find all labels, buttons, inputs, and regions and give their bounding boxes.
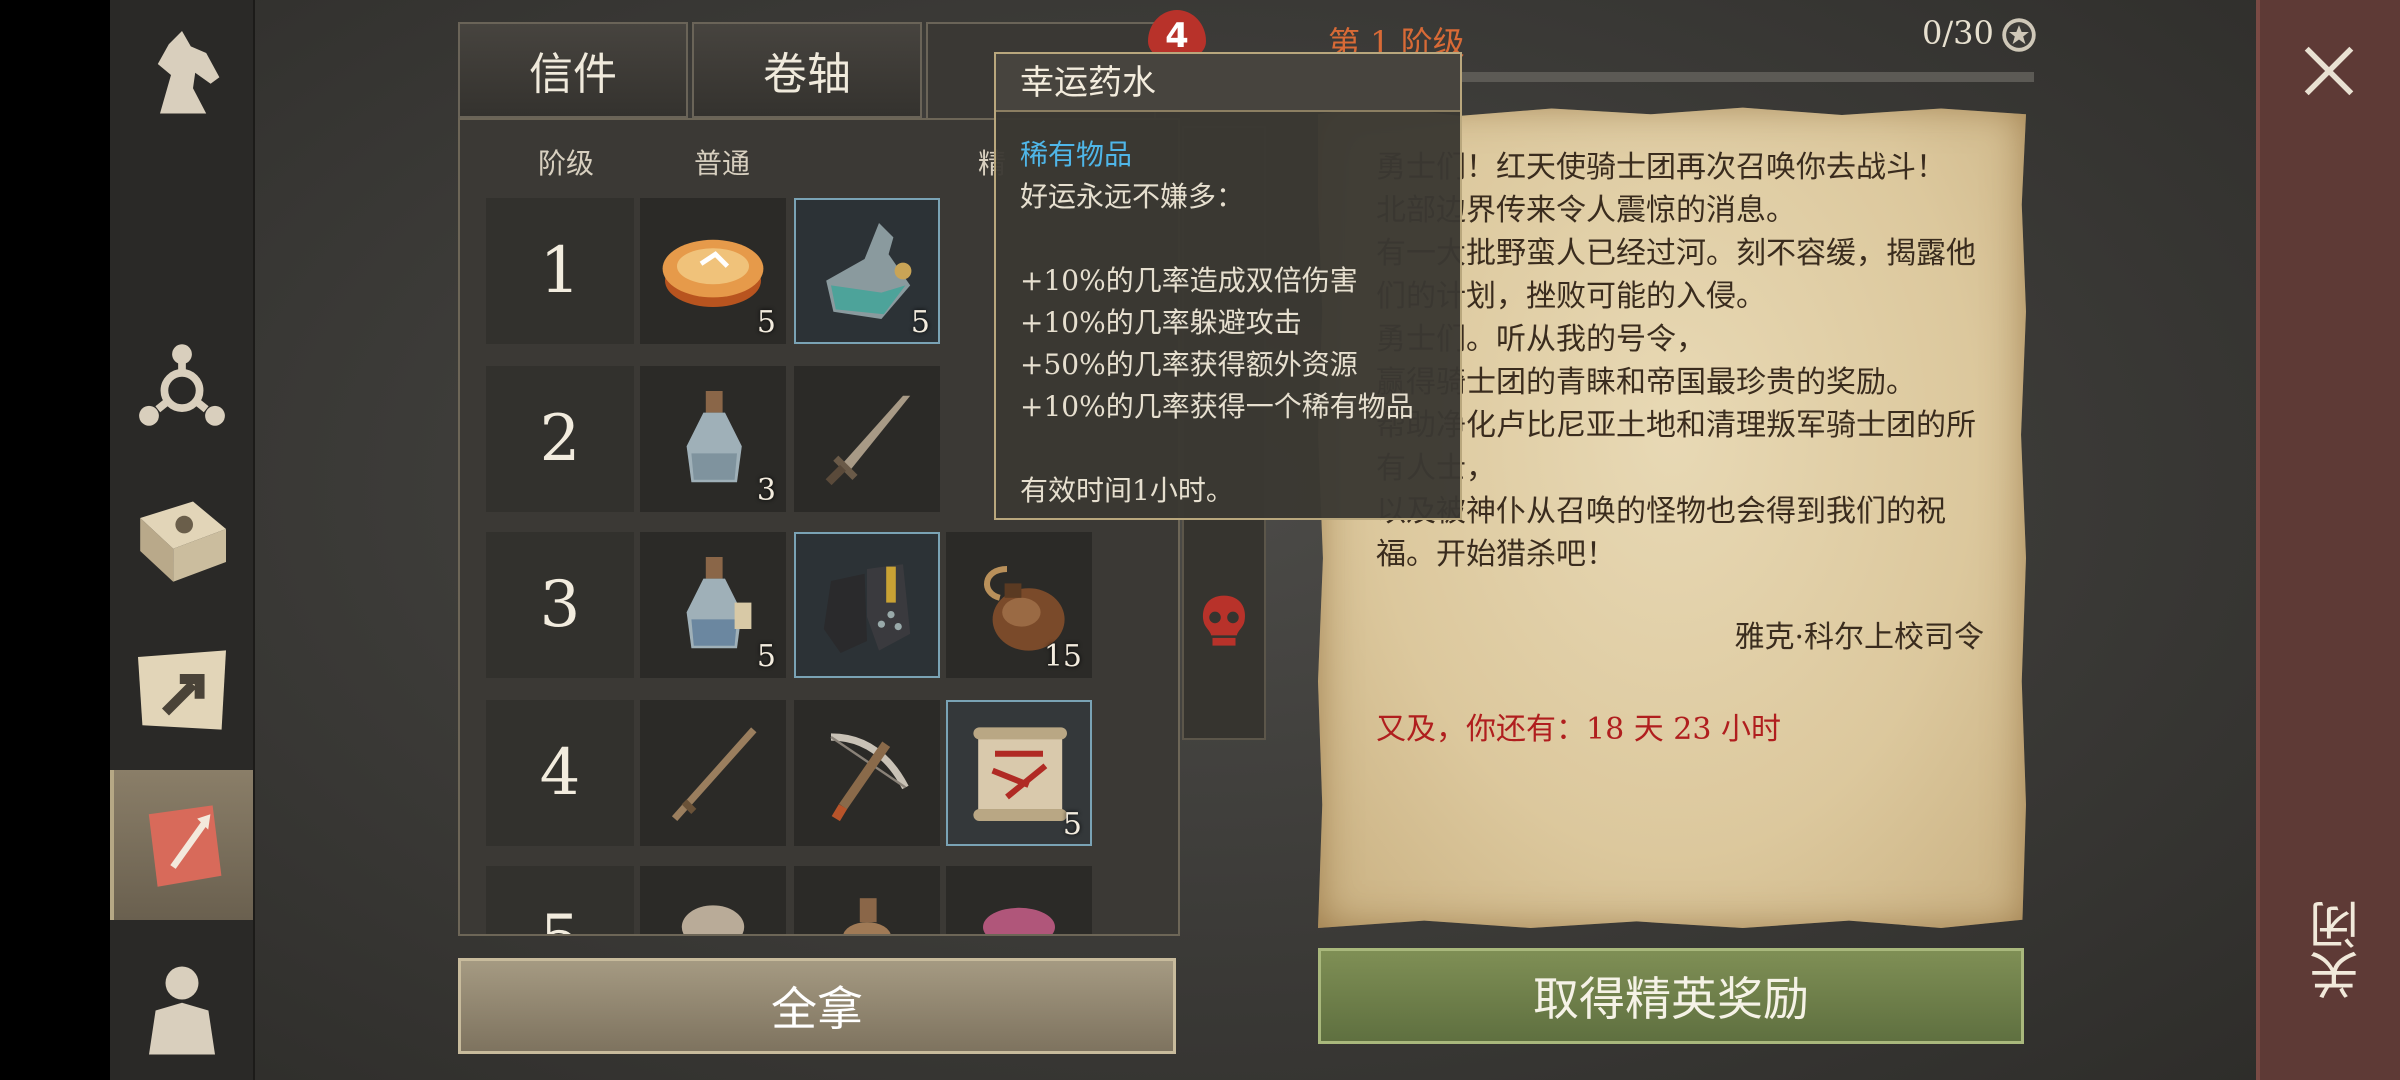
reward-slot[interactable] (794, 700, 940, 846)
tooltip-spacer (1020, 218, 1450, 260)
reward-slot[interactable] (946, 866, 1092, 934)
tier-number: 5 (486, 866, 634, 934)
sidebar-item-horse[interactable] (110, 0, 253, 150)
close-label[interactable]: 关闭 (2302, 900, 2367, 1000)
tooltip-duration: 有效时间1小时。 (1020, 474, 1234, 507)
crossbow-icon (830, 733, 909, 822)
sidebar-item-crafting[interactable] (110, 310, 253, 460)
letter-body: 勇士们！红天使骑士团再次召唤你去战斗！ 北部边界传来令人震惊的消息。 有一大批野… (1376, 146, 1986, 576)
reward-row: 5 (486, 866, 1148, 934)
quantity-label: 5 (756, 639, 776, 674)
potion-flask-icon (826, 223, 912, 319)
reward-slot[interactable] (640, 700, 786, 846)
quantity-label: 5 (756, 305, 776, 340)
tooltip-title: 幸运药水 (996, 54, 1460, 112)
reward-slot[interactable] (640, 866, 786, 934)
stage-progress: 0/30 (1922, 14, 1994, 52)
potion-bottle-icon (686, 391, 742, 483)
sidebar-item-book[interactable] (110, 465, 253, 615)
gauntlets-icon (823, 564, 911, 653)
tab-letters[interactable]: 信件 (458, 22, 688, 118)
reward-row: 4 5 (486, 700, 1148, 848)
letter-line: 勇士们！红天使骑士团再次召唤你去战斗！ (1376, 150, 1946, 185)
item-icon (681, 905, 745, 934)
reward-slot[interactable] (794, 366, 940, 512)
sidebar-item-hero[interactable] (110, 930, 253, 1080)
letter-line: 赢得骑士团的青睐和帝国最珍贵的奖励。 (1376, 365, 1916, 400)
hero-bust-icon (148, 966, 215, 1055)
letter-line: 北部边界传来令人震惊的消息。 (1376, 193, 1796, 228)
reward-slot[interactable]: 5 (640, 532, 786, 678)
reward-slot[interactable]: 15 (946, 532, 1092, 678)
potion-bottle-icon (686, 557, 752, 649)
quantity-label: 15 (1043, 639, 1082, 674)
tier-number: 4 (486, 700, 634, 846)
staff-icon (671, 727, 757, 821)
time-remaining: 又及，你还有：18 天 23 小时 (1376, 712, 1781, 747)
quantity-label: 5 (1062, 807, 1082, 842)
skull-icon (1202, 595, 1246, 646)
reward-slot[interactable]: 5 (946, 700, 1092, 846)
star-medal-icon (2002, 18, 2036, 52)
reward-row: 3 5 15 (486, 532, 1148, 680)
tooltip-body: 稀有物品 好运永远不嫌多： +10%的几率造成双倍伤害 +10%的几率躲避攻击 … (1020, 134, 1450, 512)
tier-number: 3 (486, 532, 634, 678)
quantity-label: 3 (756, 473, 776, 508)
quantity-label: 5 (910, 305, 930, 340)
close-icon[interactable] (2298, 40, 2360, 102)
reward-slot[interactable]: 3 (640, 366, 786, 512)
column-header-common: 普通 (694, 147, 751, 180)
tooltip-effect: +50%的几率获得额外资源 (1020, 348, 1358, 381)
tier-number: 2 (486, 366, 634, 512)
sidebar-item-quests[interactable] (110, 770, 253, 920)
reward-slot[interactable] (794, 866, 940, 934)
take-all-button[interactable]: 全拿 (458, 958, 1176, 1054)
tooltip-rarity: 稀有物品 (1020, 138, 1133, 171)
sidebar (110, 0, 255, 1080)
tooltip-effect: +10%的几率造成双倍伤害 (1020, 264, 1358, 297)
map-arrow-icon (137, 650, 226, 730)
pie-icon (662, 239, 764, 307)
horse-head-icon (157, 31, 219, 114)
elite-reward-button[interactable]: 取得精英奖励 (1318, 948, 2024, 1044)
item-icon (983, 907, 1055, 934)
sword-icon (825, 395, 911, 486)
tooltip-description: 好运永远不嫌多： (1020, 180, 1245, 213)
sidebar-item-map[interactable] (110, 615, 253, 765)
item-icon (843, 898, 891, 934)
tier-number: 1 (486, 198, 634, 344)
tooltip-spacer (1020, 428, 1450, 470)
column-header-tier: 阶级 (538, 147, 595, 180)
reward-slot[interactable]: 5 (794, 198, 940, 344)
letter-line: 帮助净化卢比尼亚土地和清理叛军骑士团的所有人士， (1376, 408, 1976, 486)
item-tooltip: 幸运药水 稀有物品 好运永远不嫌多： +10%的几率造成双倍伤害 +10%的几率… (994, 52, 1462, 520)
letter-line: 以及被神仆从召唤的怪物也会得到我们的祝福。开始猎杀吧！ (1376, 494, 1946, 572)
letter-signature: 雅克·科尔上校司令 (1734, 620, 1984, 655)
tooltip-effect: +10%的几率获得一个稀有物品 (1020, 390, 1414, 423)
reward-slot[interactable]: 5 (640, 198, 786, 344)
tab-scrolls[interactable]: 卷轴 (692, 22, 922, 118)
tooltip-effect: +10%的几率躲避攻击 (1020, 306, 1302, 339)
scroll-icon (973, 727, 1067, 821)
quest-scroll-icon (148, 805, 221, 887)
sun-book-icon (139, 501, 226, 582)
reward-slot[interactable] (794, 532, 940, 678)
letter-line: 有一大批野蛮人已经过河。刻不容缓，揭露他们的计划，挫败可能的入侵。 (1376, 236, 1976, 314)
letter-line: 勇士们。听从我的号令， (1376, 322, 1706, 357)
crafting-icon (138, 344, 225, 426)
